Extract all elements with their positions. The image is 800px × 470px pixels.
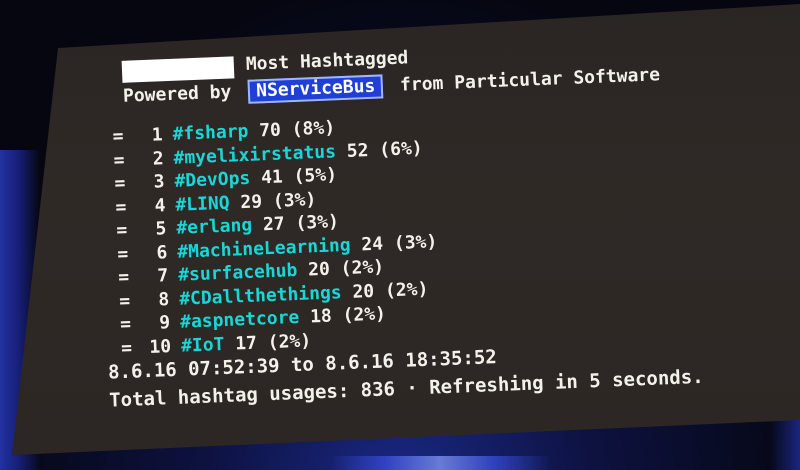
projection-screen: Most Hashtagged Powered by NServiceBus f… — [12, 4, 800, 455]
hashtag: #surfacehub — [177, 259, 298, 286]
rank-number: 6 — [156, 241, 168, 264]
hashtag: #erlang — [175, 214, 253, 239]
rank-number: 10 — [148, 335, 172, 358]
rank-marker: = — [118, 290, 131, 312]
powered-by-label: Powered by — [122, 81, 232, 107]
hashtag: #LINQ — [175, 192, 230, 216]
usage-percent: (2%) — [342, 303, 387, 327]
usage-count: 17 — [234, 332, 258, 355]
rank-number: 2 — [152, 147, 164, 170]
usage-count: 27 — [262, 213, 286, 236]
rank-number: 4 — [154, 194, 166, 217]
hashtag: #aspnetcore — [179, 306, 300, 333]
usage-percent: (3%) — [272, 188, 317, 212]
rank-marker: = — [117, 266, 130, 289]
rank-number: 1 — [151, 124, 164, 146]
usage-percent: (3%) — [393, 230, 438, 254]
rank-marker: = — [115, 219, 128, 242]
rank-marker: = — [113, 149, 125, 171]
usage-count: 52 — [346, 139, 369, 162]
usage-percent: (6%) — [378, 137, 424, 161]
rank-number: 9 — [158, 312, 171, 334]
usage-count: 41 — [260, 166, 284, 189]
screen-content: Most Hashtagged Powered by NServiceBus f… — [12, 4, 800, 455]
company-name: Particular Software — [453, 64, 661, 94]
rank-number: 5 — [155, 218, 167, 240]
page-title: Most Hashtagged — [245, 47, 409, 75]
usage-count: 20 — [352, 280, 375, 303]
product-badge: NServiceBus — [247, 74, 384, 104]
usage-percent: (2%) — [384, 278, 429, 301]
rank-marker: = — [112, 125, 124, 148]
usage-count: 18 — [309, 305, 333, 328]
usage-percent: (3%) — [295, 211, 340, 234]
from-label: from — [399, 72, 444, 96]
usage-percent: (8%) — [291, 117, 336, 141]
usage-percent: (2%) — [267, 329, 312, 353]
usage-count: 29 — [239, 190, 263, 213]
hashtag: #DevOps — [174, 167, 251, 192]
usage-count: 70 — [258, 119, 282, 142]
rank-marker: = — [120, 337, 133, 359]
hashtag-ranking-list: = 1 #fsharp 70 (8%) = 2 #myelixirstatus 52 (… — [112, 112, 441, 360]
usage-percent: (2%) — [340, 256, 385, 280]
usage-count: 20 — [307, 258, 331, 281]
usage-count: 24 — [360, 233, 384, 255]
rank-marker: = — [116, 243, 129, 265]
usage-percent: (5%) — [293, 164, 338, 188]
rank-marker: = — [114, 172, 126, 195]
rank-marker: = — [119, 313, 132, 336]
hashtag: #fsharp — [172, 120, 249, 145]
photo-stage: Most Hashtagged Powered by NServiceBus f… — [0, 0, 800, 470]
hashtag: #IoT — [180, 333, 225, 357]
header-logo-box — [121, 56, 235, 83]
rank-number: 7 — [157, 265, 169, 287]
stage-floor-lights — [330, 456, 550, 470]
rank-number: 3 — [153, 171, 165, 193]
rank-marker: = — [115, 196, 127, 218]
rank-number: 8 — [157, 288, 170, 311]
